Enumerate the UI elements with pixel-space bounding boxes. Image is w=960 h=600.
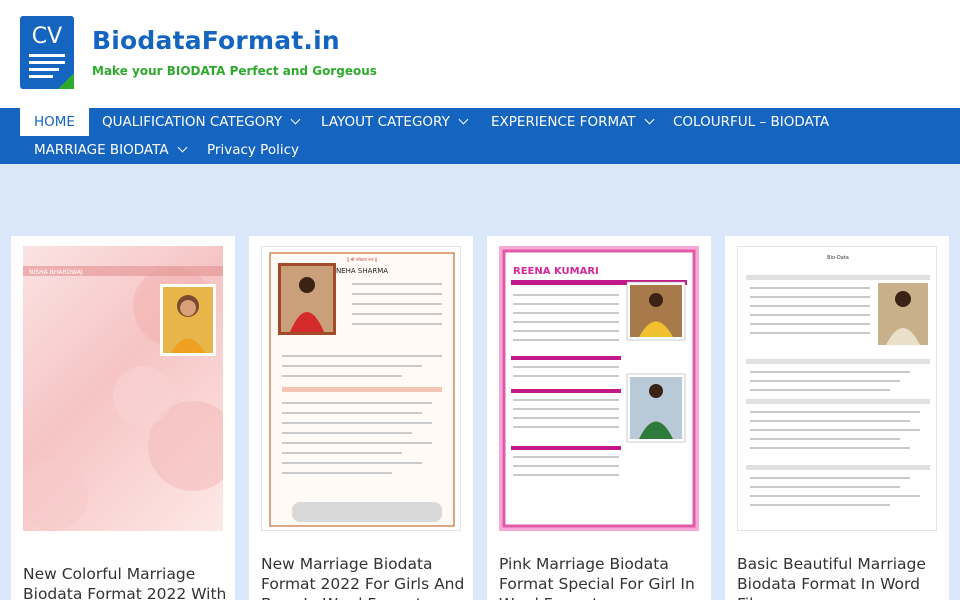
chevron-down-icon (177, 142, 188, 153)
post-title[interactable]: New Colorful Marriage Biodata Format 202… (23, 564, 233, 600)
nav-experience-format[interactable]: EXPERIENCE FORMAT (491, 108, 654, 136)
post-card: NISHA BHARDWAJ New Colorful Marriage Bio… (11, 236, 235, 600)
nav-experience-label: EXPERIENCE FORMAT (491, 114, 636, 130)
site-header: CV BiodataFormat.in Make your BIODATA Pe… (0, 0, 960, 108)
post-title[interactable]: Basic Beautiful Marriage Biodata Format … (737, 554, 947, 600)
chevron-down-icon (458, 114, 469, 125)
cv-logo-icon[interactable]: CV (20, 16, 74, 89)
post-title[interactable]: Pink Marriage Biodata Format Special For… (499, 554, 709, 600)
thumb-name: Bio-Data (827, 255, 849, 261)
nav-privacy-label: Privacy Policy (207, 142, 300, 158)
nav-privacy-policy[interactable]: Privacy Policy (207, 136, 299, 164)
nav-home[interactable]: HOME (20, 108, 89, 136)
nav-qualification-category[interactable]: QUALIFICATION CATEGORY (102, 108, 301, 136)
post-thumbnail[interactable]: Bio-Data (737, 246, 937, 531)
nav-layout-category[interactable]: LAYOUT CATEGORY (321, 108, 469, 136)
logo-text: CV (32, 24, 62, 49)
post-thumbnail[interactable]: || श्री गणेशाय नमः || NEHA SHARMA (261, 246, 461, 531)
post-card: || श्री गणेशाय नमः || NEHA SHARMA New Ma… (249, 236, 473, 600)
thumb-name: NISHA BHARDWAJ (29, 269, 83, 276)
thumb-name: NEHA SHARMA (336, 267, 388, 275)
nav-layout-label: LAYOUT CATEGORY (321, 114, 450, 130)
post-thumbnail[interactable]: REENA KUMARI (499, 246, 699, 531)
brand-name[interactable]: BiodataFormat.in (92, 26, 340, 55)
nav-home-label: HOME (34, 114, 75, 130)
chevron-down-icon (290, 114, 301, 125)
nav-marriage-biodata[interactable]: MARRIAGE BIODATA (34, 136, 188, 164)
nav-colourful-biodata[interactable]: COLOURFUL – BIODATA (673, 108, 829, 136)
post-card: Bio-Data Basic Beautiful Marriage Biodat… (725, 236, 949, 600)
nav-marriage-label: MARRIAGE BIODATA (34, 142, 169, 158)
thumb-name: REENA KUMARI (513, 266, 599, 277)
main-navigation: HOME QUALIFICATION CATEGORY LAYOUT CATEG… (0, 108, 960, 164)
svg-text:|| श्री गणेशाय नमः ||: || श्री गणेशाय नमः || (347, 257, 378, 262)
post-card: REENA KUMARI Pink Marriage Biodata Forma… (487, 236, 711, 600)
post-title[interactable]: New Marriage Biodata Format 2022 For Gir… (261, 554, 471, 600)
nav-qualification-label: QUALIFICATION CATEGORY (102, 114, 283, 130)
chevron-down-icon (644, 114, 654, 125)
brand-tagline: Make your BIODATA Perfect and Gorgeous (92, 64, 377, 78)
nav-colourful-label: COLOURFUL – BIODATA (673, 114, 830, 130)
post-thumbnail[interactable]: NISHA BHARDWAJ (23, 246, 223, 531)
